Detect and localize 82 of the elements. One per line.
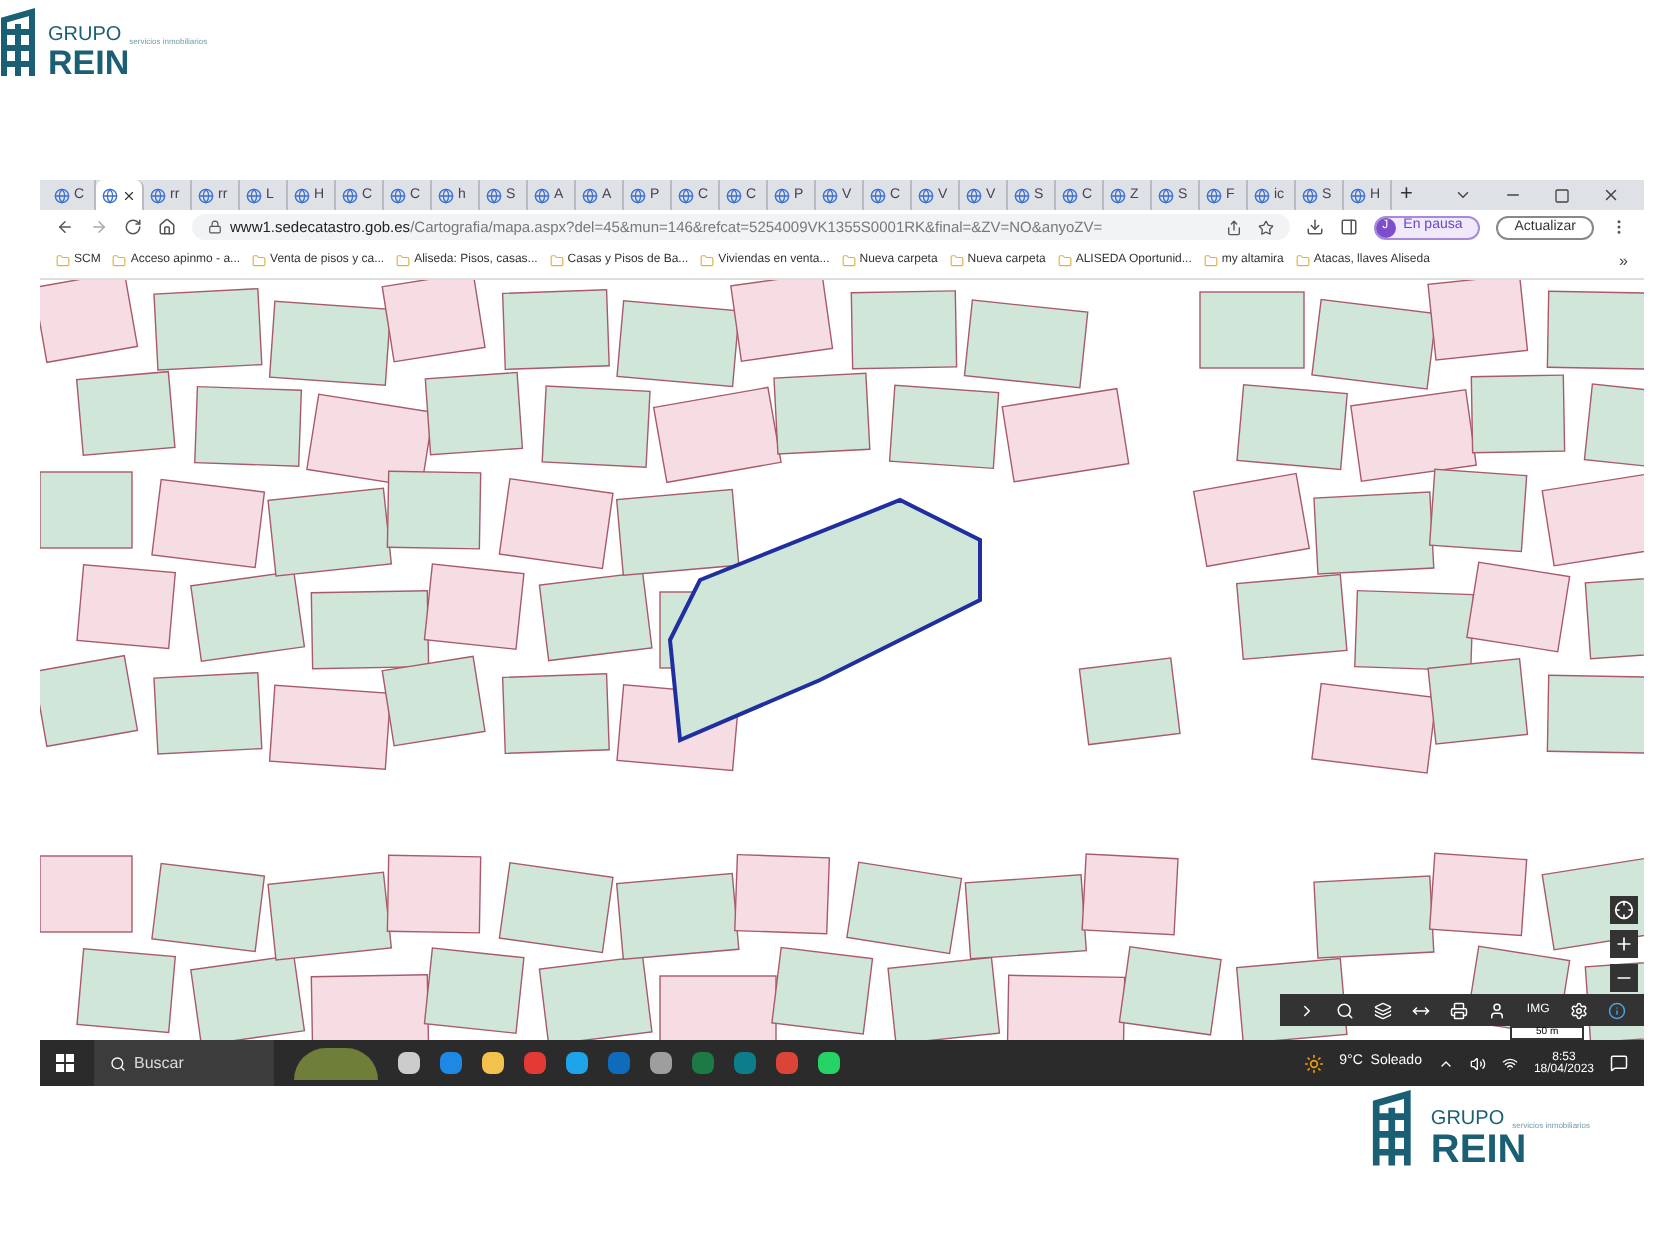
share-icon[interactable]	[1225, 219, 1242, 235]
logo-word: GRUPO	[48, 26, 122, 46]
close-icon[interactable]	[122, 187, 136, 203]
bookmark-icon	[56, 254, 70, 268]
bookmark-icon	[1295, 254, 1310, 268]
home-icon[interactable]	[158, 218, 176, 236]
favicon-icon	[198, 187, 214, 203]
close-icon[interactable]	[1602, 186, 1620, 204]
favicon-icon	[342, 187, 358, 203]
new-tab-button[interactable]: +	[1400, 184, 1413, 206]
favicon-icon	[918, 187, 934, 203]
favicon-icon	[966, 187, 982, 203]
favicon-icon	[678, 187, 694, 203]
info-icon[interactable]	[1607, 1001, 1626, 1019]
app-icon[interactable]	[482, 1052, 504, 1074]
favicon-icon	[1062, 187, 1078, 203]
favicon-icon	[1110, 187, 1126, 203]
landscape-picture	[294, 1047, 378, 1079]
favicon-icon	[726, 187, 742, 203]
chevron-down-icon[interactable]	[1454, 186, 1472, 204]
taskbar-search[interactable]: Buscar	[94, 1040, 274, 1086]
app-icon[interactable]	[440, 1052, 462, 1074]
bookmark-icon	[396, 254, 411, 268]
sun-icon	[1303, 1053, 1324, 1073]
bookmark-icon	[252, 254, 267, 268]
favicon-icon	[774, 187, 790, 203]
side-panel-icon[interactable]	[1339, 218, 1358, 236]
logo-brand: REIN	[1430, 1130, 1529, 1170]
zoom-out-icon[interactable]	[1610, 964, 1638, 992]
favicon-icon	[822, 187, 838, 203]
app-icon[interactable]	[818, 1052, 840, 1074]
notification-icon[interactable]	[1610, 1054, 1628, 1072]
favicon-icon	[582, 187, 598, 203]
bookmark-icon	[112, 254, 127, 268]
logo-word: GRUPO	[1430, 1110, 1505, 1130]
more-bookmarks[interactable]: »	[1619, 249, 1628, 273]
bookmark-icon	[949, 254, 964, 268]
favicon-icon	[438, 187, 454, 203]
settings-icon[interactable]	[1569, 1001, 1588, 1019]
app-icon[interactable]	[650, 1052, 672, 1074]
zoom-in-icon[interactable]	[1610, 930, 1638, 958]
bookmark-icon	[549, 254, 564, 268]
lock-icon	[208, 220, 222, 234]
locate-icon[interactable]	[1610, 896, 1638, 924]
favicon-icon	[1350, 187, 1366, 203]
favicon-icon	[1158, 187, 1174, 203]
person-icon[interactable]	[1488, 1001, 1507, 1019]
speaker-icon[interactable]	[1469, 1055, 1486, 1071]
favicon-icon	[102, 187, 118, 203]
favicon-icon	[870, 187, 886, 203]
favicon-icon	[150, 187, 166, 203]
building-logo-icon	[0, 8, 40, 80]
favicon-icon	[630, 187, 646, 203]
search-icon	[110, 1055, 126, 1071]
logo-brand: REIN	[48, 46, 132, 80]
reload-icon[interactable]	[124, 218, 142, 236]
bookmark-icon	[841, 254, 856, 268]
favicon-icon	[534, 187, 550, 203]
app-icon[interactable]	[566, 1052, 588, 1074]
favicon-icon	[54, 187, 70, 203]
back-icon[interactable]	[56, 218, 74, 236]
search-icon[interactable]	[1336, 1001, 1355, 1019]
network-icon[interactable]	[1501, 1055, 1518, 1071]
favicon-icon	[1206, 187, 1222, 203]
favicon-icon	[486, 187, 502, 203]
favicon-icon	[390, 187, 406, 203]
favicon-icon	[246, 187, 262, 203]
star-icon[interactable]	[1257, 219, 1274, 235]
bookmark-icon	[700, 254, 715, 268]
download-icon[interactable]	[1305, 218, 1324, 236]
favicon-icon	[1254, 187, 1270, 203]
bookmark-icon	[1057, 254, 1072, 268]
favicon-icon	[1014, 187, 1030, 203]
app-icon[interactable]	[398, 1052, 420, 1074]
bookmark-icon	[1203, 254, 1218, 268]
restore-icon[interactable]	[1554, 187, 1570, 203]
measure-icon[interactable]	[1412, 1001, 1431, 1019]
favicon-icon	[1302, 187, 1318, 203]
favicon-icon	[294, 187, 310, 203]
printer-icon[interactable]	[1450, 1001, 1469, 1019]
windows-logo-icon[interactable]	[56, 1054, 74, 1072]
layers-icon[interactable]	[1374, 1001, 1393, 1019]
